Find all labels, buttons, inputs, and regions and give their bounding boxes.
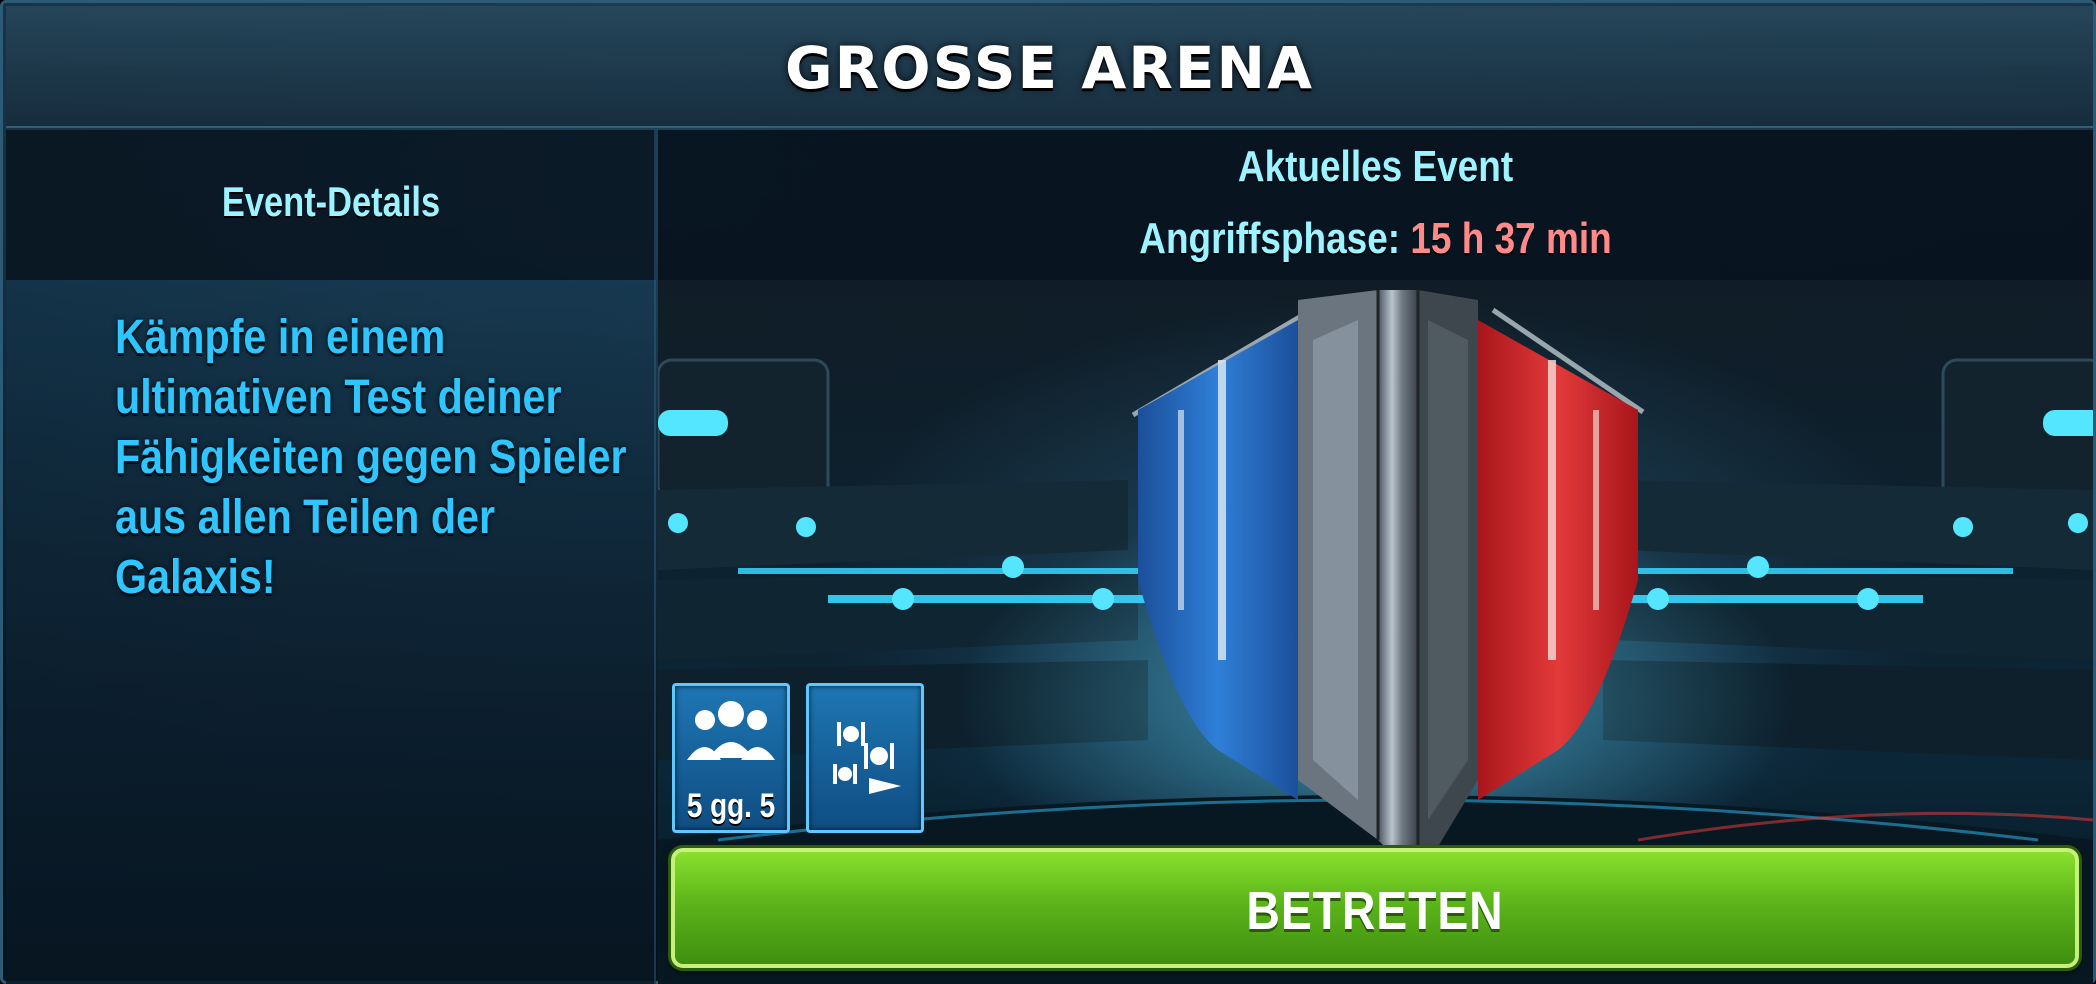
event-description: Kämpfe in einem ultimativen Test deiner …	[115, 311, 627, 604]
fleet-ships-icon	[833, 722, 901, 794]
title-bar: GROSSE ARENA	[6, 6, 2093, 128]
squad-format-label: 5 gg. 5	[686, 787, 776, 825]
enter-button-label: BETRETEN	[1246, 881, 1504, 941]
squad-icon	[687, 701, 775, 760]
event-details-label: Event-Details	[221, 178, 441, 225]
phase-label: Angriffsphase:	[1139, 214, 1401, 263]
phase-timer: 15 h 37 min	[1410, 214, 1612, 263]
page-title: GROSSE ARENA	[785, 34, 1314, 102]
enter-button[interactable]: BETRETEN	[671, 848, 2079, 968]
arena-window: GROSSE ARENA Event-Details Kämpfe in ein…	[0, 0, 2096, 984]
current-event-header: Aktuelles Event Angriffsphase: 15 h 37 m…	[658, 130, 2093, 280]
event-details-tab[interactable]: Event-Details	[6, 130, 656, 280]
phase-line: Angriffsphase: 15 h 37 min	[773, 214, 1978, 264]
fleet-badge[interactable]	[806, 683, 924, 833]
current-event-title: Aktuelles Event	[1237, 142, 1514, 191]
squad-format-badge[interactable]: 5 gg. 5	[672, 683, 790, 833]
